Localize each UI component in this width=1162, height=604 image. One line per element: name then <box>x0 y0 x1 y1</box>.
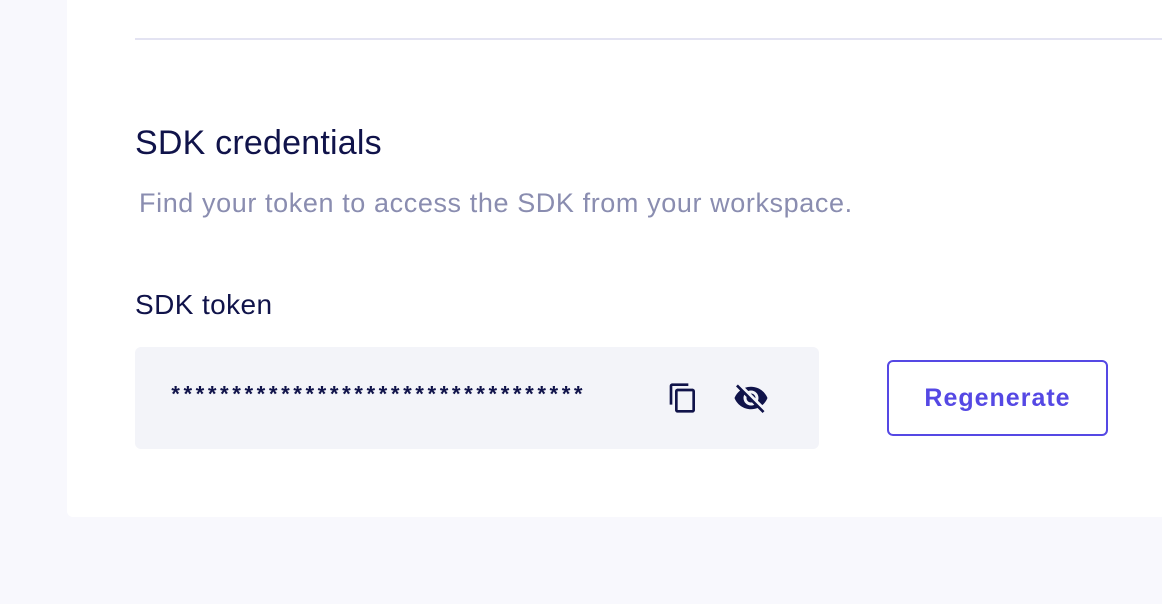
copy-icon <box>669 383 695 413</box>
section-subtitle: Find your token to access the SDK from y… <box>139 188 853 218</box>
eye-off-icon <box>734 384 768 413</box>
section-divider <box>135 38 1162 40</box>
section-title: SDK credentials <box>135 124 382 162</box>
sdk-token-field: ********************************** <box>135 347 819 449</box>
regenerate-button[interactable]: Regenerate <box>887 360 1108 436</box>
toggle-visibility-button[interactable] <box>732 379 770 417</box>
copy-token-button[interactable] <box>664 379 702 417</box>
sdk-token-label: SDK token <box>135 289 273 320</box>
sdk-token-value[interactable]: ********************************** <box>169 383 585 411</box>
